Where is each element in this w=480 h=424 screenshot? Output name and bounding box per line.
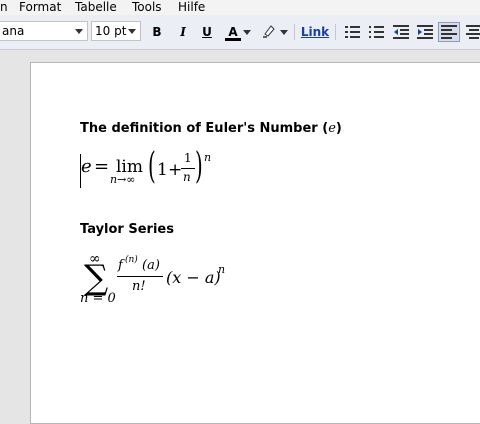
chevron-down-icon bbox=[128, 29, 136, 34]
formula-open-paren: ( bbox=[148, 146, 156, 187]
formula-exponent: n bbox=[204, 151, 212, 164]
font-color-button[interactable]: A bbox=[224, 23, 242, 41]
taylor-term: (x − a) bbox=[166, 268, 221, 287]
link-button[interactable]: Link bbox=[300, 23, 330, 41]
taylor-numerator-arg: (a) bbox=[142, 258, 160, 273]
bulleted-list-icon[interactable] bbox=[369, 24, 385, 40]
formatting-toolbar: ana 10 pt B I U A Link bbox=[0, 15, 480, 50]
align-left-icon[interactable] bbox=[438, 22, 460, 42]
highlight-color-button[interactable] bbox=[260, 23, 278, 41]
formula-one: 1 bbox=[157, 160, 168, 180]
menu-item-help[interactable]: Hilfe bbox=[178, 0, 205, 14]
formula-plus: + bbox=[168, 160, 183, 180]
numbered-list-icon[interactable] bbox=[345, 24, 361, 40]
document-page[interactable] bbox=[30, 62, 480, 424]
increase-indent-icon[interactable] bbox=[417, 24, 433, 40]
font-family-value: ana bbox=[2, 24, 25, 38]
menu-item-tools[interactable]: Tools bbox=[132, 0, 162, 14]
heading-taylor: Taylor Series bbox=[80, 222, 174, 237]
formula-lim-subscript: n→∞ bbox=[110, 173, 136, 186]
font-family-select[interactable]: ana bbox=[0, 21, 88, 41]
formula-fraction-den: n bbox=[183, 170, 191, 184]
formula-equals: = bbox=[94, 156, 110, 177]
chevron-down-icon[interactable] bbox=[243, 30, 251, 35]
taylor-exponent: n bbox=[218, 263, 226, 276]
align-center-icon[interactable] bbox=[466, 24, 480, 40]
taylor-denominator: n! bbox=[132, 279, 146, 294]
chevron-down-icon[interactable] bbox=[280, 30, 288, 35]
highlighter-icon bbox=[263, 25, 275, 38]
formula-e: e bbox=[81, 156, 92, 177]
taylor-numerator-superscript: (n) bbox=[125, 255, 138, 265]
toolbar-divider bbox=[294, 24, 295, 40]
menu-item-format[interactable]: Format bbox=[19, 0, 61, 14]
formula-close-paren: ) bbox=[195, 146, 203, 187]
toolbar-divider bbox=[335, 24, 336, 40]
bold-button[interactable]: B bbox=[150, 23, 164, 41]
color-swatch bbox=[225, 38, 241, 41]
chevron-down-icon bbox=[75, 29, 83, 34]
heading-euler-close: ) bbox=[335, 121, 342, 136]
taylor-numerator-f: f bbox=[118, 258, 123, 273]
formula-fraction-num: 1 bbox=[184, 151, 192, 165]
font-color-label: A bbox=[228, 25, 238, 39]
heading-euler: The definition of Euler's Number (e) bbox=[80, 121, 342, 136]
underline-button[interactable]: U bbox=[200, 23, 214, 41]
heading-euler-symbol: e bbox=[328, 121, 336, 136]
menu-bar: n Format Tabelle Tools Hilfe bbox=[0, 0, 480, 15]
italic-button[interactable]: I bbox=[176, 23, 190, 41]
sum-lower-limit: n = 0 bbox=[80, 291, 116, 306]
decrease-indent-icon[interactable] bbox=[393, 24, 409, 40]
font-size-value: 10 pt bbox=[95, 24, 127, 38]
fraction-bar bbox=[181, 168, 195, 169]
menu-item-edit-partial[interactable]: n bbox=[0, 0, 8, 14]
font-size-select[interactable]: 10 pt bbox=[91, 21, 141, 41]
menu-item-table[interactable]: Tabelle bbox=[75, 0, 117, 14]
heading-euler-text: The definition of Euler's Number ( bbox=[80, 121, 329, 136]
fraction-bar bbox=[117, 276, 163, 277]
